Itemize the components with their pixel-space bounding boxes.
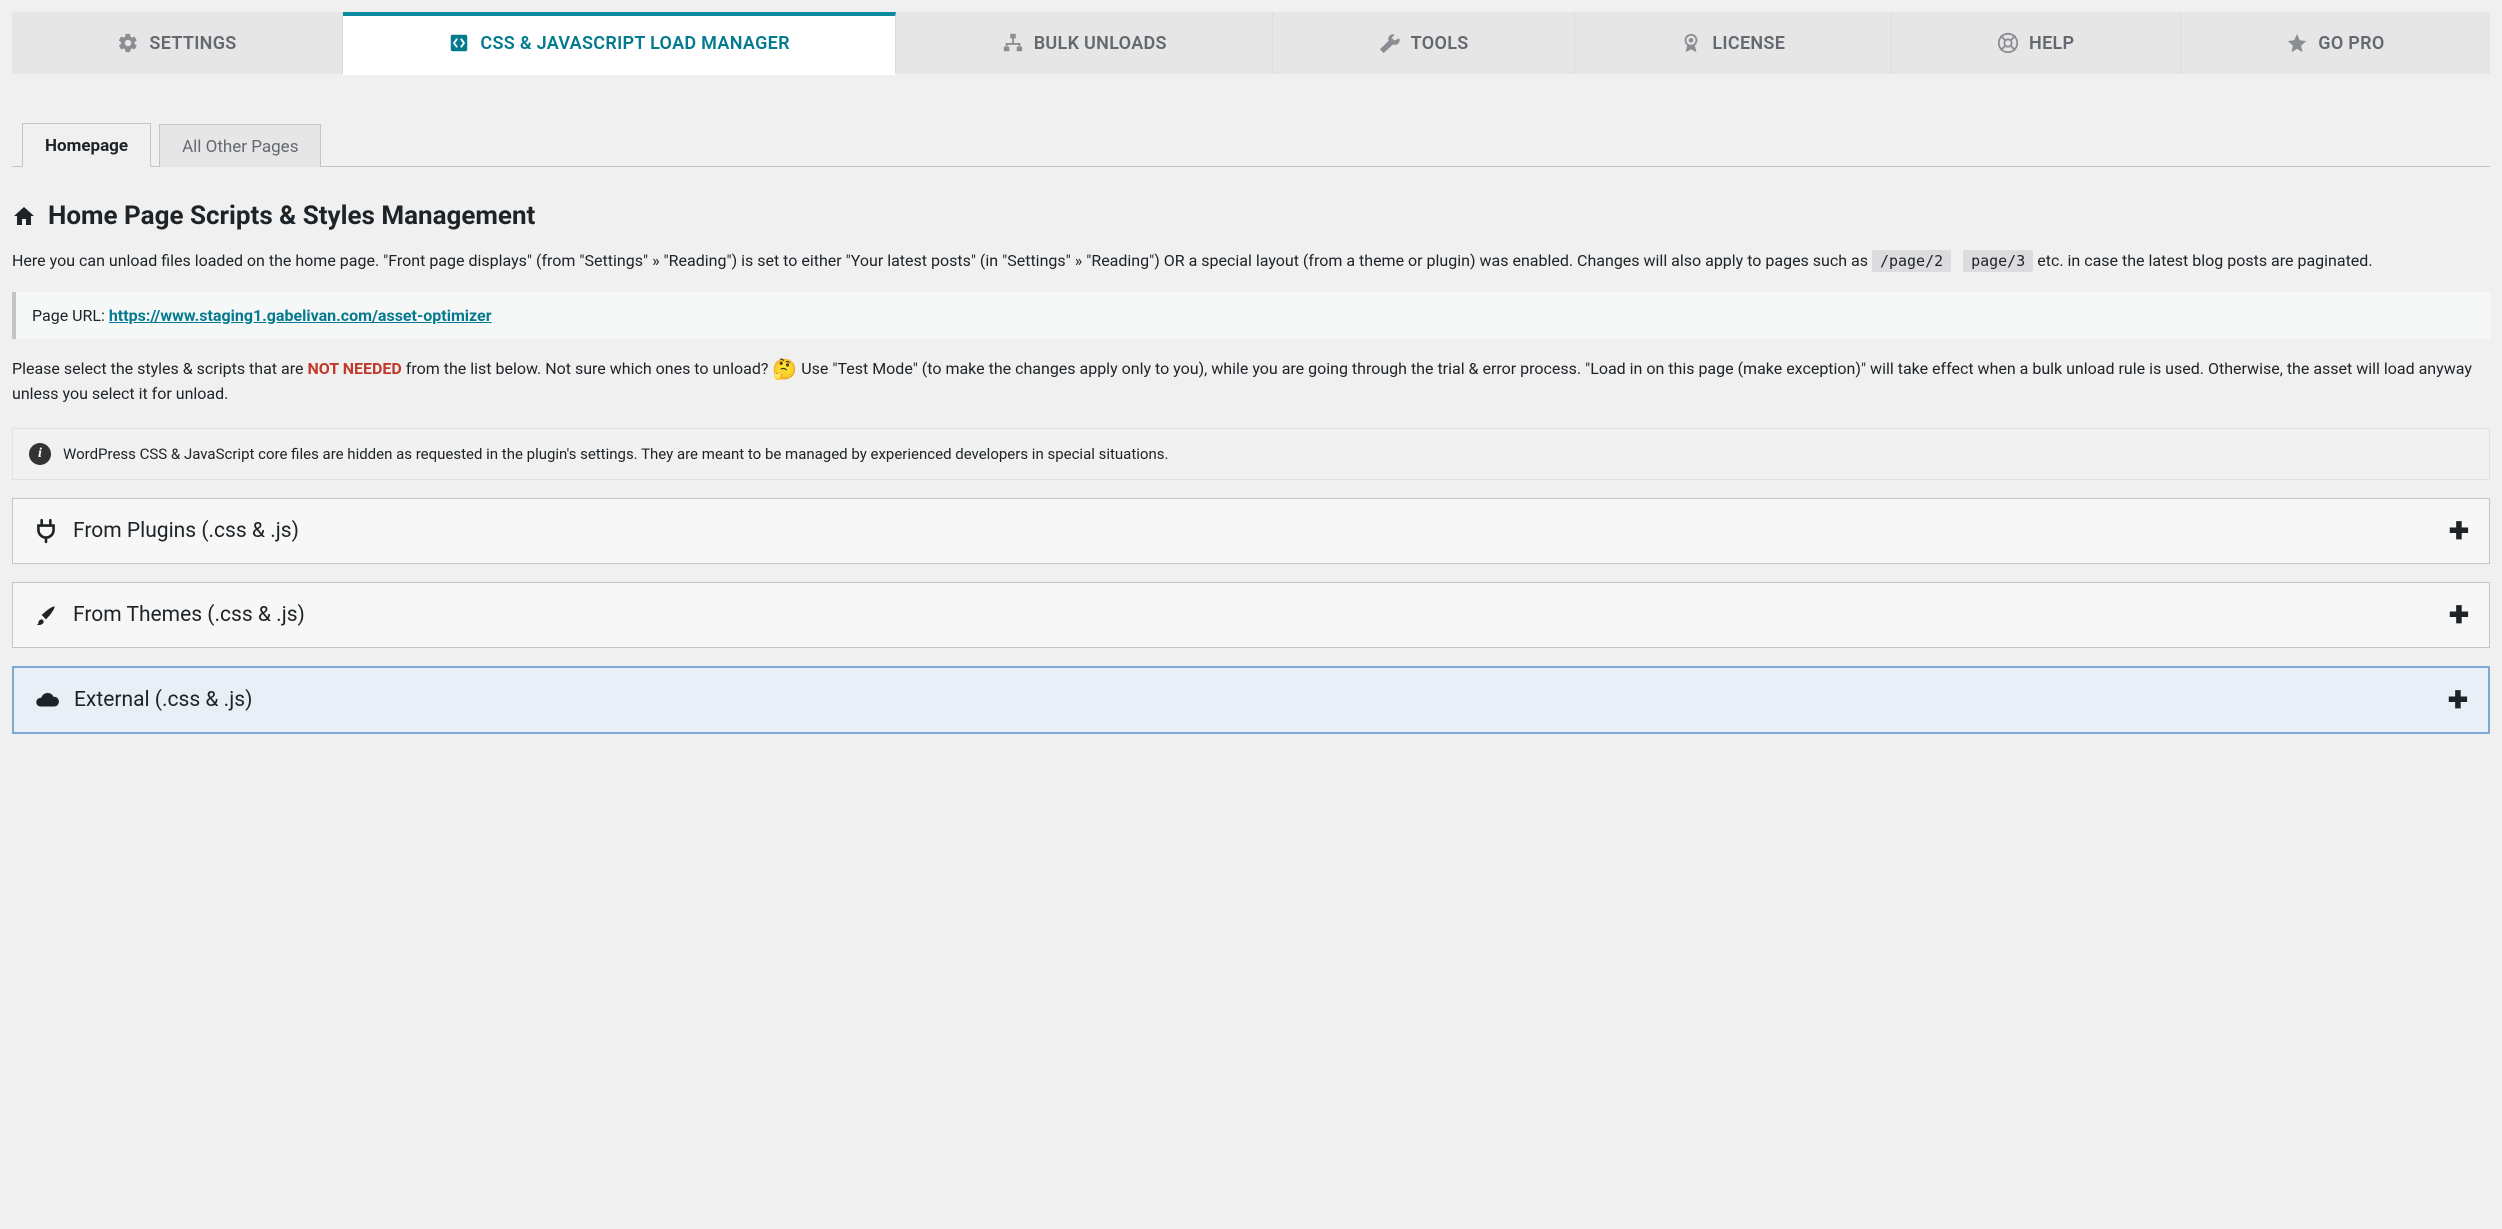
description-1-part-a: Here you can unload files loaded on the … <box>12 251 1872 270</box>
description-1-part-b: etc. in case the latest blog posts are p… <box>2037 251 2372 270</box>
tab-label: TOOLS <box>1411 33 1469 54</box>
star-icon <box>2286 32 2308 54</box>
info-text: WordPress CSS & JavaScript core files ar… <box>63 445 1168 463</box>
page-url-link[interactable]: https://www.staging1.gabelivan.com/asset… <box>109 306 492 325</box>
thinking-emoji: 🤔 <box>772 357 797 381</box>
sub-tab-label: All Other Pages <box>182 137 298 157</box>
accordion-label: From Themes (.css & .js) <box>73 603 305 627</box>
badge-icon <box>1680 32 1702 54</box>
tab-label: CSS & JAVASCRIPT LOAD MANAGER <box>480 33 789 54</box>
brush-icon <box>33 602 59 628</box>
expand-icon: ✚ <box>2449 601 2469 629</box>
tab-settings[interactable]: SETTINGS <box>12 12 343 74</box>
sub-tabs: Homepage All Other Pages <box>12 122 2490 167</box>
sub-tab-all-other-pages[interactable]: All Other Pages <box>159 124 321 167</box>
description-2-part-a: Please select the styles & scripts that … <box>12 359 307 378</box>
expand-icon: ✚ <box>2449 517 2469 545</box>
page-title: Home Page Scripts & Styles Management <box>12 201 2490 231</box>
plug-icon <box>33 518 59 544</box>
description-2: Please select the styles & scripts that … <box>12 357 2490 407</box>
accordion-from-plugins[interactable]: From Plugins (.css & .js) ✚ <box>12 498 2490 564</box>
tab-css-js-load-manager[interactable]: CSS & JAVASCRIPT LOAD MANAGER <box>343 12 896 74</box>
accordion-from-themes[interactable]: From Themes (.css & .js) ✚ <box>12 582 2490 648</box>
accordion-label: From Plugins (.css & .js) <box>73 519 299 543</box>
code-sample-page3: page/3 <box>1963 250 2033 272</box>
tab-label: HELP <box>2029 33 2074 54</box>
tab-bulk-unloads[interactable]: BULK UNLOADS <box>896 12 1273 74</box>
info-icon: i <box>29 443 51 465</box>
tab-help[interactable]: HELP <box>1892 12 2181 74</box>
code-sample-page2: /page/2 <box>1872 250 1951 272</box>
accordion-label: External (.css & .js) <box>74 688 252 712</box>
sub-tab-label: Homepage <box>45 136 128 156</box>
wrench-icon <box>1379 32 1401 54</box>
primary-tabs: SETTINGS CSS & JAVASCRIPT LOAD MANAGER B… <box>12 12 2490 74</box>
expand-icon: ✚ <box>2448 686 2468 714</box>
sitemap-icon <box>1002 32 1024 54</box>
tab-label: BULK UNLOADS <box>1034 33 1167 54</box>
info-bar: i WordPress CSS & JavaScript core files … <box>12 428 2490 480</box>
not-needed-emphasis: NOT NEEDED <box>307 359 401 378</box>
accordion-external[interactable]: External (.css & .js) ✚ <box>12 666 2490 734</box>
description-1: Here you can unload files loaded on the … <box>12 249 2490 274</box>
page-title-text: Home Page Scripts & Styles Management <box>48 201 535 231</box>
tab-tools[interactable]: TOOLS <box>1273 12 1575 74</box>
lifesaver-icon <box>1997 32 2019 54</box>
page-url-label: Page URL: <box>32 306 109 325</box>
description-2-part-b: from the list below. Not sure which ones… <box>406 359 773 378</box>
gear-icon <box>117 32 139 54</box>
tab-license[interactable]: LICENSE <box>1575 12 1892 74</box>
sub-tab-homepage[interactable]: Homepage <box>22 123 151 167</box>
tab-label: LICENSE <box>1712 33 1785 54</box>
tab-label: SETTINGS <box>149 33 236 54</box>
home-icon <box>12 204 36 228</box>
cloud-icon <box>34 687 60 713</box>
page-url-box: Page URL: https://www.staging1.gabelivan… <box>12 292 2490 339</box>
code-icon <box>448 32 470 54</box>
tab-go-pro[interactable]: GO PRO <box>2181 12 2490 74</box>
tab-label: GO PRO <box>2318 33 2384 54</box>
